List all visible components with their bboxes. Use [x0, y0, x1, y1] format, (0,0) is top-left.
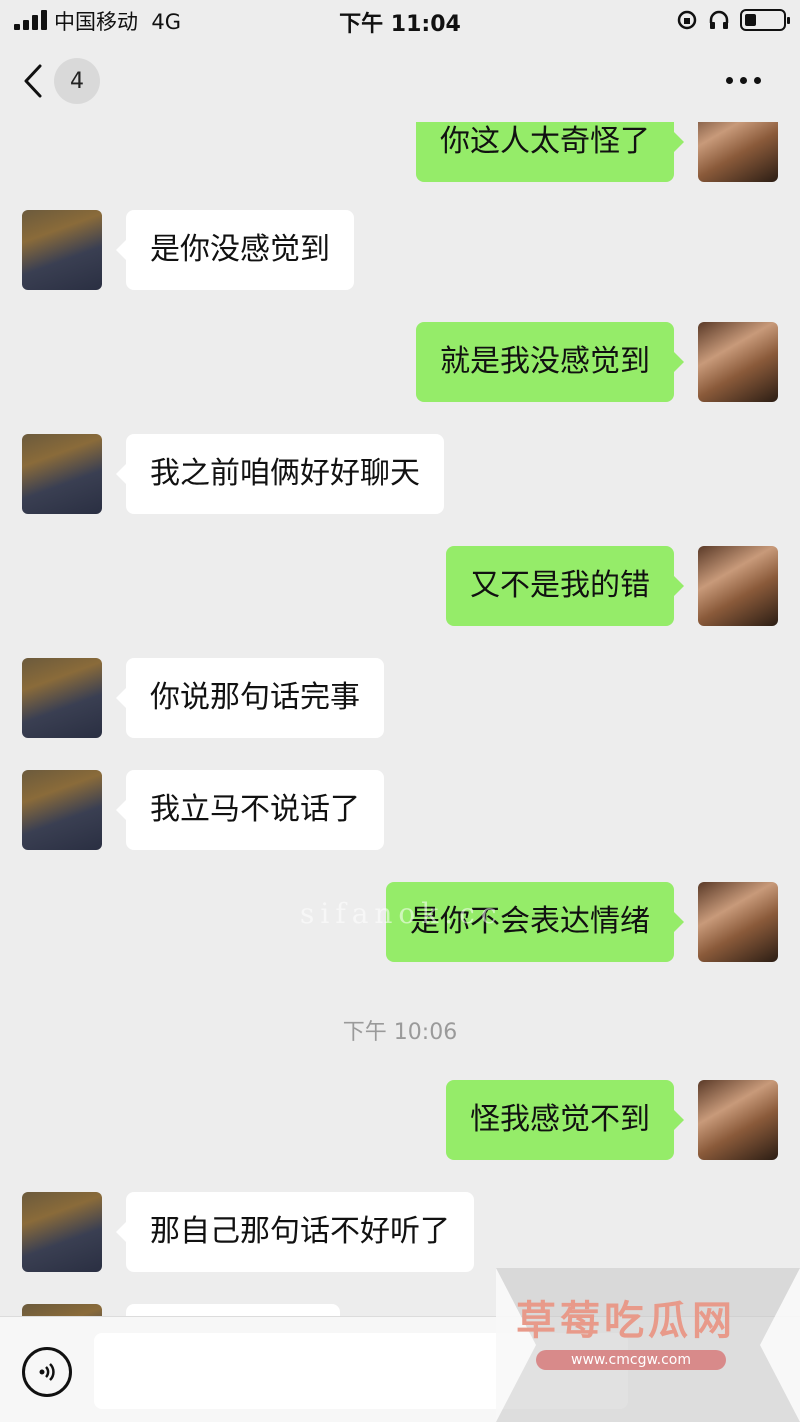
message-row: 你说那句话完事: [0, 658, 800, 738]
time-divider: 下午 10:06: [342, 1020, 458, 1045]
status-bar: 中国移动 4G 下午 11:04: [0, 0, 800, 40]
self-avatar[interactable]: [698, 122, 778, 182]
chat-header: 4: [0, 40, 800, 122]
message-row: 怪我感觉不到: [0, 1080, 800, 1160]
friend-message-bubble[interactable]: 我之前咱俩好好聊天: [116, 434, 444, 514]
self-message-bubble[interactable]: 又不是我的错: [446, 546, 684, 626]
friend-avatar[interactable]: [22, 210, 102, 290]
unread-count-badge: 4: [54, 58, 100, 104]
message-row: 就是我没感觉到: [0, 322, 800, 402]
promo-url: www.cmcgw.com: [536, 1350, 726, 1370]
message-row: 是你没感觉到: [0, 210, 800, 290]
friend-message-bubble[interactable]: 那自己那句话不好听了: [116, 1192, 474, 1272]
more-button[interactable]: [726, 70, 766, 90]
promo-title: 草莓吃瓜网: [516, 1298, 736, 1344]
headphones-icon: [709, 10, 729, 29]
more-dots-icon: [726, 76, 733, 84]
chevron-left-icon: [24, 64, 42, 98]
message-row: 又不是我的错: [0, 546, 800, 626]
self-message-bubble[interactable]: 你这人太奇怪了: [416, 122, 684, 182]
friend-avatar[interactable]: [22, 1192, 102, 1272]
watermark: sifanok.cc: [300, 897, 503, 930]
friend-message-bubble[interactable]: 你说那句话完事: [116, 658, 384, 738]
message-row: 那自己那句话不好听了: [0, 1192, 800, 1272]
friend-avatar[interactable]: [22, 658, 102, 738]
message-row: 你这人太奇怪了: [0, 122, 800, 182]
voice-button[interactable]: [22, 1347, 72, 1397]
friend-avatar[interactable]: [22, 770, 102, 850]
message-row: 我立马不说话了: [0, 770, 800, 850]
self-avatar[interactable]: [698, 546, 778, 626]
self-message-bubble[interactable]: 怪我感觉不到: [446, 1080, 684, 1160]
promo-watermark: 草莓吃瓜网 www.cmcgw.com: [496, 1268, 800, 1422]
self-avatar[interactable]: [698, 1080, 778, 1160]
back-button[interactable]: 4: [22, 58, 112, 104]
rotation-lock-icon: [677, 10, 697, 30]
friend-avatar[interactable]: [22, 1304, 102, 1316]
battery-icon: [740, 9, 790, 31]
friend-message-bubble[interactable]: [126, 1304, 340, 1316]
self-message-bubble[interactable]: 就是我没感觉到: [416, 322, 684, 402]
self-avatar[interactable]: [698, 882, 778, 962]
friend-message-bubble[interactable]: 我立马不说话了: [116, 770, 384, 850]
friend-avatar[interactable]: [22, 434, 102, 514]
friend-message-bubble[interactable]: 是你没感觉到: [116, 210, 354, 290]
message-row: 我之前咱俩好好聊天: [0, 434, 800, 514]
message-list[interactable]: 你这人太奇怪了 是你没感觉到 就是我没感觉到 我之前咱俩好好聊天 又不是我的错 …: [0, 122, 800, 1316]
voice-icon: [39, 1363, 55, 1381]
self-avatar[interactable]: [698, 322, 778, 402]
